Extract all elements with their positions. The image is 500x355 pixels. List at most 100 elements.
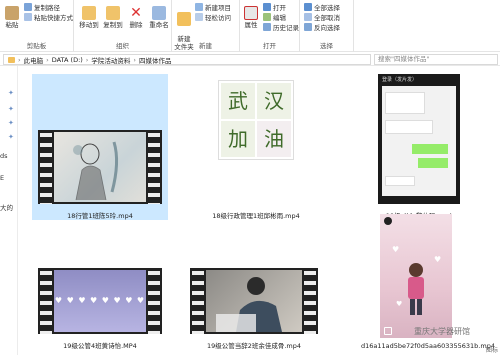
copy-path-button[interactable]: 复制路径 [24,2,60,12]
new-group: 新建 文件夹 新建项目 轻松访问 新建 [172,0,240,52]
select-all-label: 全部选择 [314,4,340,12]
watermark-text: 重庆大学器研馆 [414,327,470,336]
paste-label: 粘贴 [5,21,19,29]
invert-selection-label: 反向选择 [314,24,340,32]
select-none-button[interactable]: 全部取消 [304,12,340,22]
view-mode-indicator[interactable]: 图标 [486,345,498,354]
open-label: 打开 [273,4,286,12]
move-to-button[interactable]: 移动到 [78,6,100,29]
nav-item-label[interactable]: E [0,174,4,182]
rename-icon [152,6,166,20]
nav-item-label[interactable]: 大的 [0,202,13,212]
chat-body [382,86,456,196]
address-bar[interactable]: › 此电脑 › DATA (D:) › 学院活动资料 › 四媒体作品 [3,54,371,65]
rename-label: 重命名 [149,21,169,29]
svg-text:♥: ♥ [392,245,399,254]
edit-icon [263,13,271,21]
clipboard-group: 粘贴 复制路径 粘贴快捷方式 剪贴板 [0,0,74,52]
video-thumbnail [38,130,162,204]
file-item[interactable]: 登录（发片发） 19级-公1-黎依玩.mp4 [354,74,484,220]
paste-shortcut-button[interactable]: 粘贴快捷方式 [24,12,73,22]
film-strip-left [40,130,52,204]
svg-text:♥: ♥ [434,255,441,264]
organize-group-label: 组织 [116,42,129,50]
file-name: 18行管1班陈5玲.mp4 [67,212,133,220]
clipboard-group-label: 剪贴板 [26,42,47,50]
breadcrumb-drive[interactable]: DATA (D:) [52,56,83,64]
breadcrumb-folder[interactable]: 学院活动资料 [91,55,130,65]
chevron-right-icon: › [85,55,89,64]
select-group-label: 选择 [320,42,333,50]
calligraphy-char: 汉 [257,83,291,119]
delete-button[interactable]: ✕ 删除 [126,6,146,29]
film-strip-right [148,130,160,204]
file-item[interactable]: 武 汉 加 油 18级行政管理1班邱彬雨.mp4 [196,74,316,220]
folder-icon [8,56,15,63]
pin-icon: ✦ [8,105,14,113]
file-name: d16a11ad5be72f0d5aa603355631b.mp4 [361,342,495,350]
new-item-button[interactable]: 新建项目 [195,2,231,12]
delete-label: 删除 [129,21,143,29]
navigation-pane: ✦ ✦ ✦ ✦ ds E 大的 [0,66,18,355]
calligraphy-char: 油 [257,121,291,157]
history-label: 历史记录 [273,24,299,32]
breadcrumb-current[interactable]: 四媒体作品 [139,55,172,65]
hearts-row: ♥ ♥ ♥ ♥ ♥ ♥ ♥ ♥ [54,296,146,305]
file-name: 18级行政管理1班邱彬雨.mp4 [212,212,300,220]
copy-to-button[interactable]: 复制到 [102,6,124,29]
film-strip-left [40,268,52,334]
ribbon: 粘贴 复制路径 粘贴快捷方式 剪贴板 移动到 复制到 ✕ 删除 重命名 组织 新… [0,0,500,52]
new-folder-icon [177,12,191,26]
chevron-right-icon: › [18,55,21,64]
chat-bubble [412,144,448,154]
properties-label: 属性 [244,21,258,29]
calligraphy-char: 武 [221,83,255,119]
file-item[interactable]: 18行管1班陈5玲.mp4 [32,74,168,220]
properties-button[interactable]: 属性 [242,6,260,29]
new-item-label: 新建项目 [205,4,231,12]
sketch-figure-icon [73,141,119,201]
easy-access-label: 轻松访问 [205,14,231,22]
file-name: 19级公管4班黄诗怡.MP4 [63,342,137,350]
history-button[interactable]: 历史记录 [263,22,299,32]
person-writing-image [206,270,302,332]
file-item[interactable]: ♥ ♥ ♥ 重庆大学器研馆 d16a11ad5be72f0d5aa6033556… [358,214,500,355]
open-icon [263,3,271,11]
invert-selection-button[interactable]: 反向选择 [304,22,340,32]
chat-bubble [418,158,448,168]
file-item[interactable]: 19级公管当辞2班余佳成骨.mp4 [184,262,324,355]
move-to-icon [82,6,96,20]
easy-access-icon [195,13,203,21]
address-row: › 此电脑 › DATA (D:) › 学院活动资料 › 四媒体作品 搜索"四媒… [0,52,500,66]
film-strip-left [192,268,204,334]
rename-button[interactable]: 重命名 [148,6,170,29]
file-item[interactable]: ♥ ♥ ♥ ♥ ♥ ♥ ♥ ♥ 19级公管4班黄诗怡.MP4 [32,262,168,355]
person-silhouette-icon [216,277,282,332]
calligraphy-char: 加 [221,121,255,157]
copy-path-label: 复制路径 [34,4,60,12]
copy-path-icon [24,3,32,11]
invert-selection-icon [304,23,312,31]
pin-icon: ✦ [8,119,14,127]
select-all-button[interactable]: 全部选择 [304,2,340,12]
edit-button[interactable]: 编辑 [263,12,286,22]
search-input[interactable]: 搜索"四媒体作品" [374,54,498,65]
ink-painting-image [54,132,146,202]
properties-icon [244,6,258,20]
film-strip-right [304,268,316,334]
film-strip-right [148,268,160,334]
chat-bubble [385,92,425,114]
easy-access-button[interactable]: 轻松访问 [195,12,231,22]
open-group-label: 打开 [263,42,276,50]
pin-icon: ✦ [8,133,14,141]
edit-label: 编辑 [273,14,286,22]
chat-bubble [385,176,415,186]
paste-shortcut-label: 粘贴快捷方式 [34,14,73,22]
paste-shortcut-icon [24,13,32,21]
history-icon [263,23,271,31]
paste-button[interactable]: 粘贴 [2,6,22,29]
open-button[interactable]: 打开 [263,2,286,12]
nav-item-label[interactable]: ds [0,152,8,160]
chevron-right-icon: › [46,55,49,64]
breadcrumb-this-pc[interactable]: 此电脑 [24,55,44,65]
